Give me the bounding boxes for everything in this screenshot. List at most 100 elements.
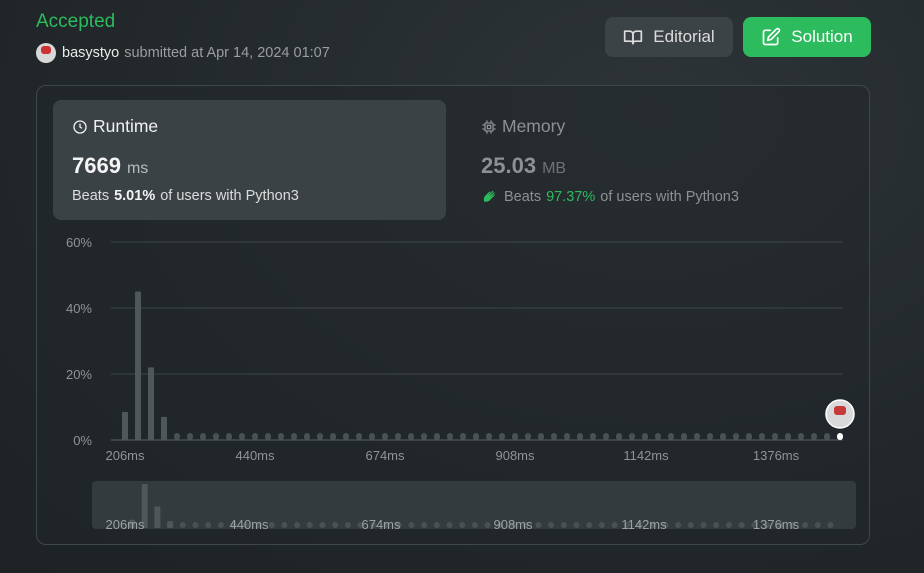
distribution-bar[interactable] bbox=[135, 291, 141, 441]
distribution-bar[interactable] bbox=[395, 433, 401, 440]
overview-bar bbox=[675, 522, 682, 528]
distribution-bar[interactable] bbox=[538, 433, 544, 440]
distribution-bar[interactable] bbox=[616, 433, 622, 440]
distribution-bar[interactable] bbox=[642, 433, 648, 440]
distribution-bar[interactable] bbox=[629, 433, 635, 440]
username-link[interactable]: basystyo bbox=[62, 45, 119, 61]
distribution-bar[interactable] bbox=[148, 367, 154, 440]
distribution-bar[interactable] bbox=[278, 433, 284, 440]
distribution-bar[interactable] bbox=[811, 433, 817, 440]
distribution-bar[interactable] bbox=[161, 416, 167, 440]
distribution-bar[interactable] bbox=[356, 433, 362, 440]
distribution-bar[interactable] bbox=[551, 433, 557, 440]
distribution-bar[interactable] bbox=[577, 433, 583, 440]
distribution-bar[interactable] bbox=[200, 433, 206, 440]
distribution-bar[interactable] bbox=[408, 433, 414, 440]
distribution-bar[interactable] bbox=[460, 433, 466, 440]
distribution-bar[interactable] bbox=[707, 433, 713, 440]
distribution-bar[interactable] bbox=[421, 433, 427, 440]
distribution-bar[interactable] bbox=[213, 433, 219, 440]
x-tick-label: 674ms bbox=[365, 448, 405, 463]
distribution-bar[interactable] bbox=[681, 433, 687, 440]
distribution-bar[interactable] bbox=[720, 433, 726, 440]
distribution-bar[interactable] bbox=[330, 433, 336, 440]
overview-bar bbox=[713, 522, 720, 528]
distribution-bar[interactable] bbox=[499, 433, 505, 440]
overview-tick-label: 1142ms bbox=[621, 517, 667, 532]
highlight-bar[interactable] bbox=[837, 433, 843, 440]
distribution-bar[interactable] bbox=[265, 433, 271, 440]
x-tick-label: 206ms bbox=[105, 448, 145, 463]
distribution-bar[interactable] bbox=[759, 433, 765, 440]
distribution-bar[interactable] bbox=[603, 433, 609, 440]
distribution-bar[interactable] bbox=[122, 411, 128, 440]
performance-card: Runtime 7669 ms Beats 5.01% of users wit… bbox=[36, 85, 870, 545]
overview-bar bbox=[433, 522, 440, 528]
distribution-bar[interactable] bbox=[447, 433, 453, 440]
overview-tick-label: 908ms bbox=[493, 517, 533, 532]
x-tick-label: 908ms bbox=[495, 448, 535, 463]
overview-bar bbox=[738, 522, 745, 528]
distribution-bar[interactable] bbox=[382, 433, 388, 440]
overview-tick-label: 206ms bbox=[105, 517, 145, 532]
user-avatar[interactable] bbox=[36, 43, 56, 63]
y-tick-label: 20% bbox=[66, 367, 92, 382]
overview-bar bbox=[332, 522, 339, 528]
distribution-bar[interactable] bbox=[369, 433, 375, 440]
distribution-bar[interactable] bbox=[694, 433, 700, 440]
overview-bar bbox=[294, 522, 301, 528]
distribution-bar[interactable] bbox=[473, 433, 479, 440]
overview-bar bbox=[179, 522, 186, 528]
x-tick-label: 1142ms bbox=[623, 448, 669, 463]
distribution-bar[interactable] bbox=[486, 433, 492, 440]
overview-bar bbox=[268, 522, 275, 528]
overview-bar bbox=[205, 522, 212, 528]
distribution-bar[interactable] bbox=[187, 433, 193, 440]
overview-bar bbox=[827, 522, 834, 528]
overview-bar bbox=[192, 522, 199, 528]
avatar-marker-detail bbox=[834, 406, 846, 415]
x-tick-label: 1376ms bbox=[753, 448, 800, 463]
distribution-bar[interactable] bbox=[252, 433, 258, 440]
distribution-bar[interactable] bbox=[655, 433, 661, 440]
runtime-distribution-chart[interactable]: 0% 20% 40% 60% 206ms 440ms 674ms 908ms 1142ms 137… bbox=[37, 86, 871, 544]
distribution-bar[interactable] bbox=[746, 433, 752, 440]
distribution-bar[interactable] bbox=[564, 433, 570, 440]
distribution-bar[interactable] bbox=[668, 433, 674, 440]
distribution-bar[interactable] bbox=[434, 433, 440, 440]
edit-icon bbox=[762, 27, 781, 46]
distribution-bar[interactable] bbox=[824, 433, 830, 440]
distribution-bar[interactable] bbox=[733, 433, 739, 440]
solution-label: Solution bbox=[791, 27, 853, 46]
submitter-line: basystyo submitted at Apr 14, 2024 01:07 bbox=[36, 42, 330, 64]
overview-bar bbox=[471, 522, 478, 528]
distribution-bar[interactable] bbox=[785, 433, 791, 440]
editorial-button[interactable]: Editorial bbox=[605, 17, 733, 57]
distribution-bar[interactable] bbox=[512, 433, 518, 440]
x-tick-label: 440ms bbox=[235, 448, 275, 463]
overview-bar bbox=[700, 522, 707, 528]
distribution-bar[interactable] bbox=[317, 433, 323, 440]
overview-bar bbox=[586, 522, 593, 528]
overview-bar bbox=[154, 506, 161, 528]
overview-bar bbox=[306, 522, 313, 528]
distribution-bar[interactable] bbox=[304, 433, 310, 440]
distribution-bar[interactable] bbox=[239, 433, 245, 440]
overview-tick-label: 440ms bbox=[229, 517, 269, 532]
overview-bar bbox=[573, 522, 580, 528]
submission-status: Accepted bbox=[36, 11, 116, 32]
solution-button[interactable]: Solution bbox=[743, 17, 871, 57]
distribution-bar[interactable] bbox=[798, 433, 804, 440]
distribution-bar[interactable] bbox=[525, 433, 531, 440]
overview-bar bbox=[687, 522, 694, 528]
distribution-bar[interactable] bbox=[291, 433, 297, 440]
distribution-bar[interactable] bbox=[174, 433, 180, 440]
distribution-bar[interactable] bbox=[343, 433, 349, 440]
distribution-bar[interactable] bbox=[590, 433, 596, 440]
overview-bar bbox=[802, 522, 809, 528]
overview-bar bbox=[446, 522, 453, 528]
distribution-bar[interactable] bbox=[226, 433, 232, 440]
distribution-bar[interactable] bbox=[772, 433, 778, 440]
overview-bar bbox=[560, 522, 567, 528]
overview-bar bbox=[319, 522, 326, 528]
